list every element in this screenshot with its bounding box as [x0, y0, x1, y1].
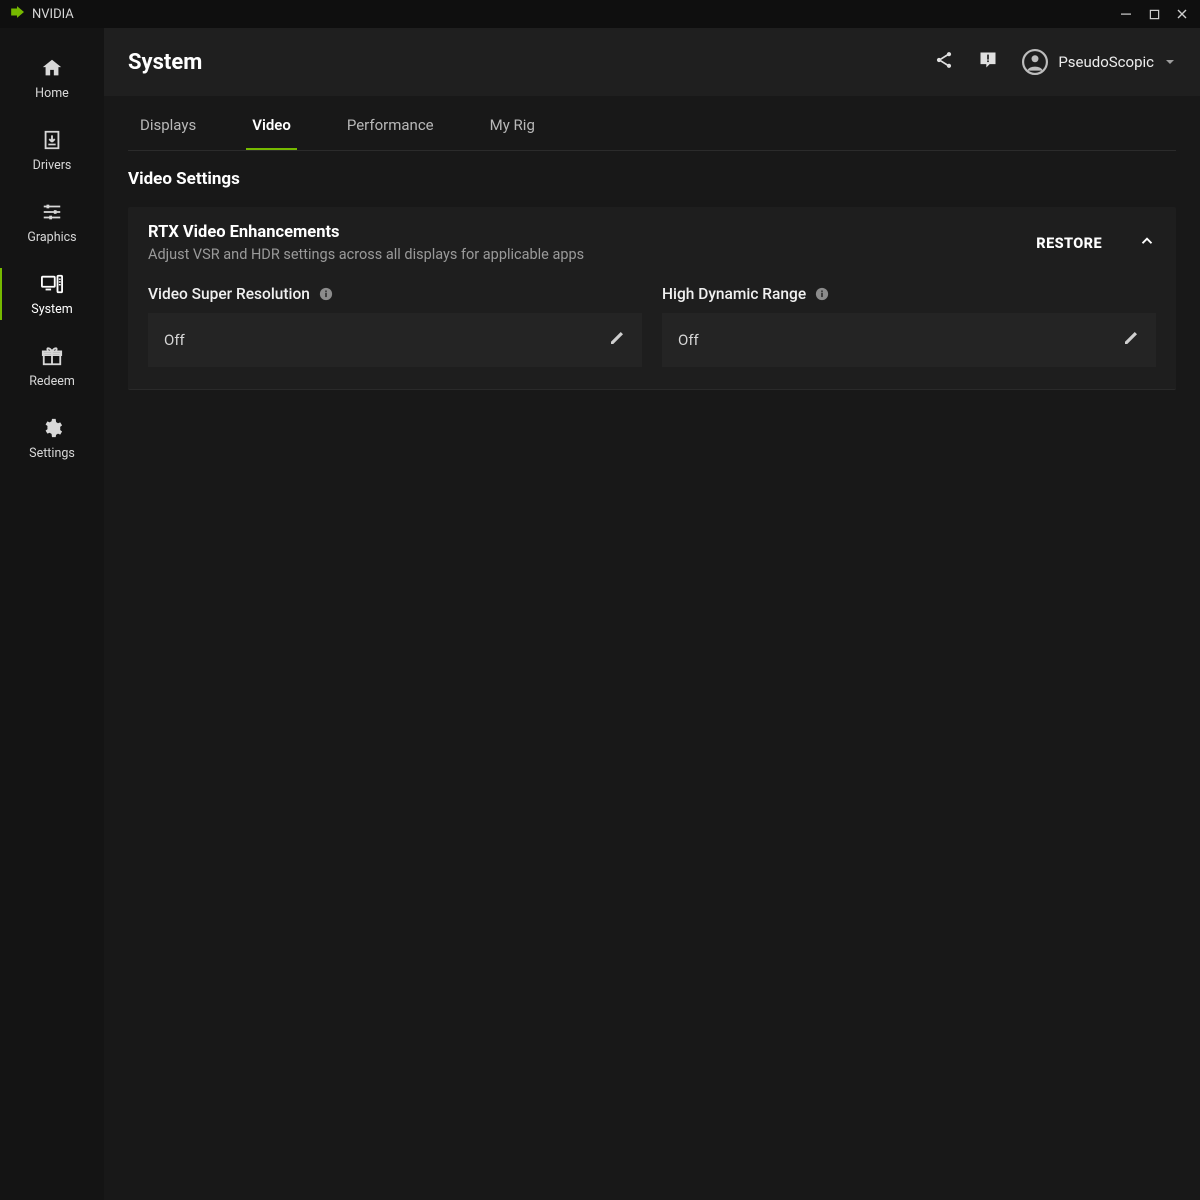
setting-label: Video Super Resolution — [148, 285, 310, 303]
sidebar-item-home[interactable]: Home — [0, 42, 104, 114]
tab-displays[interactable]: Displays — [134, 100, 202, 150]
setting-value: Off — [678, 331, 699, 349]
notifications-button[interactable] — [970, 44, 1006, 80]
sidebar-item-label: System — [31, 302, 72, 317]
info-icon[interactable] — [318, 286, 334, 302]
announcement-icon — [978, 50, 998, 74]
gift-icon — [40, 344, 64, 368]
chevron-up-icon — [1138, 235, 1156, 254]
sidebar-item-label: Drivers — [33, 158, 72, 173]
user-menu[interactable]: PseudoScopic — [1022, 49, 1176, 75]
nvidia-logo-icon — [10, 6, 24, 22]
gear-icon — [40, 416, 64, 440]
panel-header: RTX Video Enhancements Adjust VSR and HD… — [128, 207, 1176, 279]
system-icon — [40, 272, 64, 296]
sidebar-item-label: Settings — [29, 446, 75, 461]
panel-subtitle: Adjust VSR and HDR settings across all d… — [148, 246, 584, 263]
sliders-icon — [40, 200, 64, 224]
titlebar-brand: NVIDIA — [32, 7, 74, 22]
setting-field-hdr[interactable]: Off — [662, 313, 1156, 367]
section-title: Video Settings — [128, 169, 1176, 189]
collapse-button[interactable] — [1138, 232, 1156, 254]
sidebar-item-redeem[interactable]: Redeem — [0, 330, 104, 402]
tab-video[interactable]: Video — [246, 100, 297, 150]
sidebar-item-drivers[interactable]: Drivers — [0, 114, 104, 186]
page-title: System — [128, 50, 202, 75]
setting-label: High Dynamic Range — [662, 285, 806, 303]
sidebar-item-system[interactable]: System — [0, 258, 104, 330]
caret-down-icon — [1164, 53, 1176, 72]
sidebar-item-settings[interactable]: Settings — [0, 402, 104, 474]
setting-high-dynamic-range: High Dynamic Range Off — [662, 285, 1156, 367]
info-icon[interactable] — [814, 286, 830, 302]
sidebar-item-label: Graphics — [27, 230, 76, 245]
sidebar: Home Drivers Graphics System Redeem — [0, 28, 104, 1200]
sidebar-item-label: Home — [35, 86, 69, 101]
setting-field-vsr[interactable]: Off — [148, 313, 642, 367]
edit-icon — [1122, 329, 1140, 351]
sidebar-item-graphics[interactable]: Graphics — [0, 186, 104, 258]
rtx-video-panel: RTX Video Enhancements Adjust VSR and HD… — [128, 207, 1176, 390]
restore-button[interactable]: RESTORE — [1036, 235, 1102, 252]
edit-icon — [608, 329, 626, 351]
window-minimize-button[interactable] — [1112, 2, 1140, 26]
download-icon — [40, 128, 64, 152]
titlebar-left: NVIDIA — [10, 6, 74, 22]
main: System PseudoScopic — [104, 28, 1200, 1200]
setting-value: Off — [164, 331, 185, 349]
tab-my-rig[interactable]: My Rig — [484, 100, 541, 150]
share-icon — [934, 50, 954, 74]
tabs: Displays Video Performance My Rig — [128, 96, 1176, 151]
setting-video-super-resolution: Video Super Resolution Off — [148, 285, 642, 367]
user-name: PseudoScopic — [1058, 53, 1154, 71]
titlebar: NVIDIA — [0, 0, 1200, 28]
panel-body: Video Super Resolution Off — [128, 279, 1176, 389]
window-maximize-button[interactable] — [1140, 2, 1168, 26]
avatar-icon — [1022, 49, 1048, 75]
window-close-button[interactable] — [1168, 2, 1196, 26]
content: Displays Video Performance My Rig Video … — [104, 96, 1200, 1200]
page-header: System PseudoScopic — [104, 28, 1200, 96]
tab-performance[interactable]: Performance — [341, 100, 440, 150]
home-icon — [40, 56, 64, 80]
panel-title: RTX Video Enhancements — [148, 223, 584, 242]
sidebar-item-label: Redeem — [29, 374, 75, 389]
share-button[interactable] — [926, 44, 962, 80]
